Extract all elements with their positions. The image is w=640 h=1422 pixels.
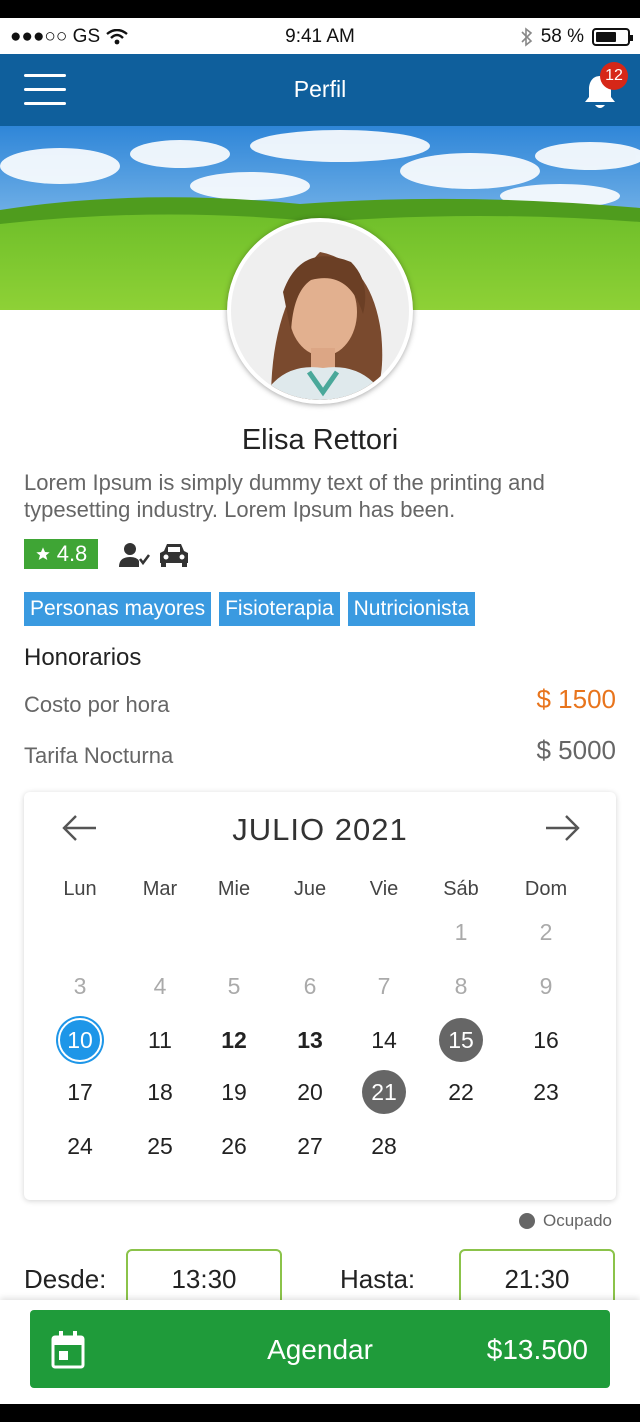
calendar-day[interactable]: 16 [524,1018,568,1062]
weekday-header: Dom [524,878,568,900]
phone-frame: ●●●○○ GS 9:41 AM 58 % Perfil 12 Elisa Re… [0,0,640,1422]
calendar-day[interactable]: 20 [288,1070,332,1114]
verified-user-icon [119,543,150,567]
busy-dot-icon [519,1213,535,1229]
calendar-day: 6 [303,973,317,999]
from-time-field[interactable]: 13:30 [126,1249,282,1307]
weekday-header: Vie [369,878,399,900]
profile-avatar [227,218,413,404]
calendar-day[interactable]: 22 [439,1070,483,1114]
calendar-day[interactable]: 23 [524,1070,568,1114]
from-label: Desde: [24,1264,107,1294]
weekday-header: Mie [217,878,251,900]
calendar-day[interactable]: 24 [58,1124,102,1168]
weekday-header: Jue [293,878,327,900]
profile-screen: ●●●○○ GS 9:41 AM 58 % Perfil 12 Elisa Re… [0,18,640,1404]
calendar-day[interactable]: 11 [138,1018,182,1062]
calendar-day: 9 [539,973,553,999]
calendar-day[interactable]: 12 [212,1018,256,1062]
calendar-day[interactable]: 18 [138,1070,182,1114]
calendar-day-busy[interactable]: 15 [439,1018,483,1062]
top-navbar: Perfil 12 [0,54,640,126]
star-icon [36,547,50,560]
calendar-day[interactable]: 13 [288,1018,332,1062]
calendar-month-title: JULIO 2021 [232,812,408,847]
fee-label: Costo por hora [24,692,170,717]
rating-badge: 4.8 [24,539,98,569]
calendar-legend: Ocupado [519,1211,612,1231]
tag-fisioterapia[interactable]: Fisioterapia [219,592,340,626]
calendar-card: JULIO 2021 Lun Mar Mie Jue Vie Sáb Dom 1 2 3 4 5 6 7 8… [24,792,616,1200]
fees-heading: Honorarios [24,644,142,671]
schedule-button[interactable]: Agendar $13.500 [30,1310,610,1388]
next-month-arrow-icon[interactable] [542,812,582,844]
calendar-day[interactable]: 26 [212,1124,256,1168]
calendar-day: 7 [377,973,391,999]
specialty-tags: Personas mayores Fisioterapia Nutricioni… [24,592,476,626]
to-time-field[interactable]: 21:30 [459,1249,615,1307]
bluetooth-icon [521,27,532,47]
calendar-day[interactable]: 28 [362,1124,406,1168]
status-right-group: 58 % [521,26,633,48]
avatar-portrait-image [231,222,409,400]
fee-amount: $ 5000 [536,735,616,765]
calendar-day[interactable]: 27 [288,1124,332,1168]
notification-badge: 12 [600,62,628,90]
calendar-day: 8 [454,973,468,999]
car-icon [160,544,188,567]
calendar-day: 2 [539,919,553,945]
fee-label: Tarifa Nocturna [24,743,174,768]
calendar-day: 4 [153,973,167,999]
calendar-day-busy[interactable]: 21 [362,1070,406,1114]
booking-footer: Agendar $13.500 [0,1300,640,1404]
calendar-day[interactable]: 17 [58,1070,102,1114]
profile-bio: Lorem Ipsum is simply dummy text of the … [24,470,545,522]
fee-row-hourly: Costo por hora $ 1500 [24,684,616,718]
to-label: Hasta: [340,1264,416,1294]
calendar-day[interactable]: 19 [212,1070,256,1114]
calendar-day: 5 [227,973,241,999]
fee-row-night: Tarifa Nocturna $ 5000 [24,735,616,769]
battery-icon [592,28,633,46]
tag-personas-mayores[interactable]: Personas mayores [24,592,212,626]
fee-amount: $ 1500 [536,684,616,714]
weekday-header: Mar [142,878,178,900]
battery-percent: 58 % [540,26,584,47]
calendar-day: 1 [454,919,468,945]
calendar-day: 3 [73,973,87,999]
weekday-header: Lun [63,878,97,900]
page-title: Perfil [293,76,347,102]
calendar-day[interactable]: 25 [138,1124,182,1168]
rating-value: 4.8 [56,541,88,566]
calendar-day[interactable]: 14 [362,1018,406,1062]
calendar-day-selected[interactable]: 10 [58,1018,102,1062]
profile-name: Elisa Rettori [241,424,399,456]
tag-nutricionista[interactable]: Nutricionista [347,592,476,626]
legend-label: Ocupado [543,1211,612,1230]
weekday-header: Sáb [443,878,479,900]
total-price: $13.500 [486,1334,588,1365]
status-bar: ●●●○○ GS 9:41 AM 58 % [0,18,640,54]
